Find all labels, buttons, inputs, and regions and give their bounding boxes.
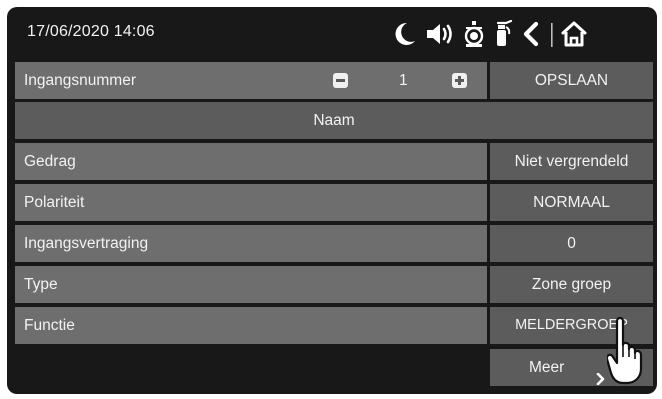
- pointing-hand-icon: [605, 315, 657, 392]
- home-icon[interactable]: [560, 20, 588, 48]
- setting-label: Polariteit: [24, 194, 85, 211]
- more-label: Meer: [529, 359, 565, 376]
- name-button[interactable]: Naam: [15, 102, 653, 139]
- setting-value-gedrag[interactable]: Niet vergrendeld: [490, 143, 653, 180]
- chevron-right-icon: [596, 362, 606, 394]
- moon-icon[interactable]: [393, 21, 417, 49]
- setting-value-ingangsvertraging[interactable]: 0: [490, 225, 653, 262]
- alarm-bell-icon[interactable]: [462, 20, 486, 48]
- setting-row-gedrag: Gedrag: [15, 143, 487, 180]
- setting-value-type[interactable]: Zone groep: [490, 266, 653, 303]
- setting-row-polariteit: Polariteit: [15, 184, 487, 221]
- setting-label: Functie: [24, 317, 75, 334]
- setting-row-ingangsvertraging: Ingangsvertraging: [15, 225, 487, 262]
- save-button[interactable]: OPSLAAN: [490, 62, 653, 99]
- minus-icon: [336, 79, 345, 82]
- setting-row-type: Type: [15, 266, 487, 303]
- setting-row-functie: Functie: [15, 307, 487, 344]
- datetime: 17/06/2020 14:06: [27, 23, 155, 40]
- back-icon[interactable]: [520, 21, 542, 49]
- plus-icon-vertical: [458, 76, 461, 85]
- device-frame: 17/06/2020 14:06 Ingangsnummer 1 OPSLAAN…: [0, 0, 662, 399]
- speaker-icon[interactable]: [425, 22, 457, 50]
- setting-value-polariteit[interactable]: NORMAAL: [490, 184, 653, 221]
- fire-extinguisher-icon[interactable]: [492, 20, 514, 48]
- increment-button[interactable]: [452, 73, 467, 88]
- decrement-button[interactable]: [333, 73, 348, 88]
- setting-label: Type: [24, 276, 58, 293]
- setting-label: Gedrag: [24, 153, 76, 170]
- input-number-label: Ingangsnummer: [24, 72, 137, 89]
- setting-label: Ingangsvertraging: [24, 235, 149, 252]
- separator: [550, 23, 554, 51]
- touch-screen: 17/06/2020 14:06 Ingangsnummer 1 OPSLAAN…: [7, 7, 657, 394]
- status-bar: 17/06/2020 14:06: [7, 7, 657, 59]
- input-number-value: 1: [399, 72, 408, 89]
- input-number-row: Ingangsnummer 1: [15, 62, 487, 99]
